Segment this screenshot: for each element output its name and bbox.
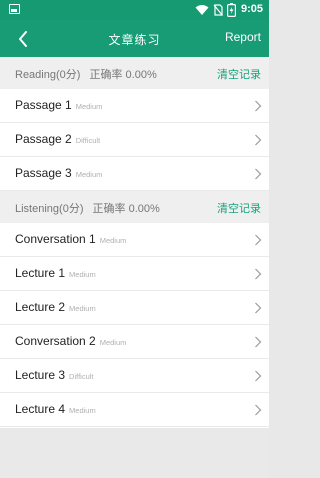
app-bar: 文章练习 Report xyxy=(0,20,269,57)
empty-area xyxy=(0,428,269,478)
list-item[interactable]: Lecture 3 Difficult xyxy=(0,359,269,393)
item-title: Lecture 4 xyxy=(15,402,66,416)
difficulty-label: Medium xyxy=(69,406,96,415)
item-title: Passage 1 xyxy=(15,98,72,112)
item-title: Lecture 2 xyxy=(15,300,66,314)
item-title: Conversation 1 xyxy=(15,232,96,246)
section-label: Reading(0分) xyxy=(15,69,81,81)
chevron-right-icon xyxy=(255,268,262,280)
item-title: Lecture 1 xyxy=(15,266,66,280)
list-item[interactable]: Passage 1 Medium xyxy=(0,89,269,123)
item-title: Passage 2 xyxy=(15,132,72,146)
accuracy-label: 正确率 0.00% xyxy=(92,203,160,215)
difficulty-label: Medium xyxy=(75,170,103,179)
chevron-right-icon xyxy=(255,404,262,416)
section-header-reading: Reading(0分) 正确率 0.00% 清空记录 xyxy=(0,57,269,89)
status-time: 9:05 xyxy=(241,3,264,15)
status-bar: 9:05 xyxy=(0,0,269,20)
practice-list: Reading(0分) 正确率 0.00% 清空记录 Passage 1 Medi… xyxy=(0,57,269,428)
section-label: Listening(0分) xyxy=(15,203,84,215)
difficulty-label: Difficult xyxy=(69,372,94,381)
no-sim-icon xyxy=(213,4,223,16)
list-item[interactable]: Passage 3 Medium xyxy=(0,157,269,191)
image-icon xyxy=(9,4,20,14)
wifi-icon xyxy=(195,5,209,15)
list-item[interactable]: Conversation 1 Medium xyxy=(0,223,269,257)
difficulty-label: Difficult xyxy=(75,136,101,145)
difficulty-label: Medium xyxy=(69,304,96,313)
chevron-right-icon xyxy=(255,234,262,246)
chevron-right-icon xyxy=(255,370,262,382)
clear-records-button[interactable]: 清空记录 xyxy=(217,66,261,82)
difficulty-label: Medium xyxy=(99,338,127,347)
difficulty-label: Medium xyxy=(75,102,103,111)
difficulty-label: Medium xyxy=(99,236,127,245)
battery-icon xyxy=(227,3,236,17)
section-header-listening: Listening(0分) 正确率 0.00% 清空记录 xyxy=(0,191,269,223)
chevron-right-icon xyxy=(255,302,262,314)
chevron-right-icon xyxy=(255,100,262,112)
list-item[interactable]: Conversation 2 Medium xyxy=(0,325,269,359)
list-item[interactable]: Lecture 4 Medium xyxy=(0,393,269,427)
chevron-right-icon xyxy=(255,168,262,180)
report-button[interactable]: Report xyxy=(225,30,261,44)
accuracy-label: 正确率 0.00% xyxy=(89,69,157,81)
item-title: Lecture 3 xyxy=(15,368,66,382)
item-title: Conversation 2 xyxy=(15,334,96,348)
difficulty-label: Medium xyxy=(69,270,96,279)
list-item[interactable]: Lecture 2 Medium xyxy=(0,291,269,325)
item-title: Passage 3 xyxy=(15,166,72,180)
clear-records-button[interactable]: 清空记录 xyxy=(217,200,261,216)
chevron-right-icon xyxy=(255,134,262,146)
list-item[interactable]: Lecture 1 Medium xyxy=(0,257,269,291)
chevron-right-icon xyxy=(255,336,262,348)
list-item[interactable]: Passage 2 Difficult xyxy=(0,123,269,157)
